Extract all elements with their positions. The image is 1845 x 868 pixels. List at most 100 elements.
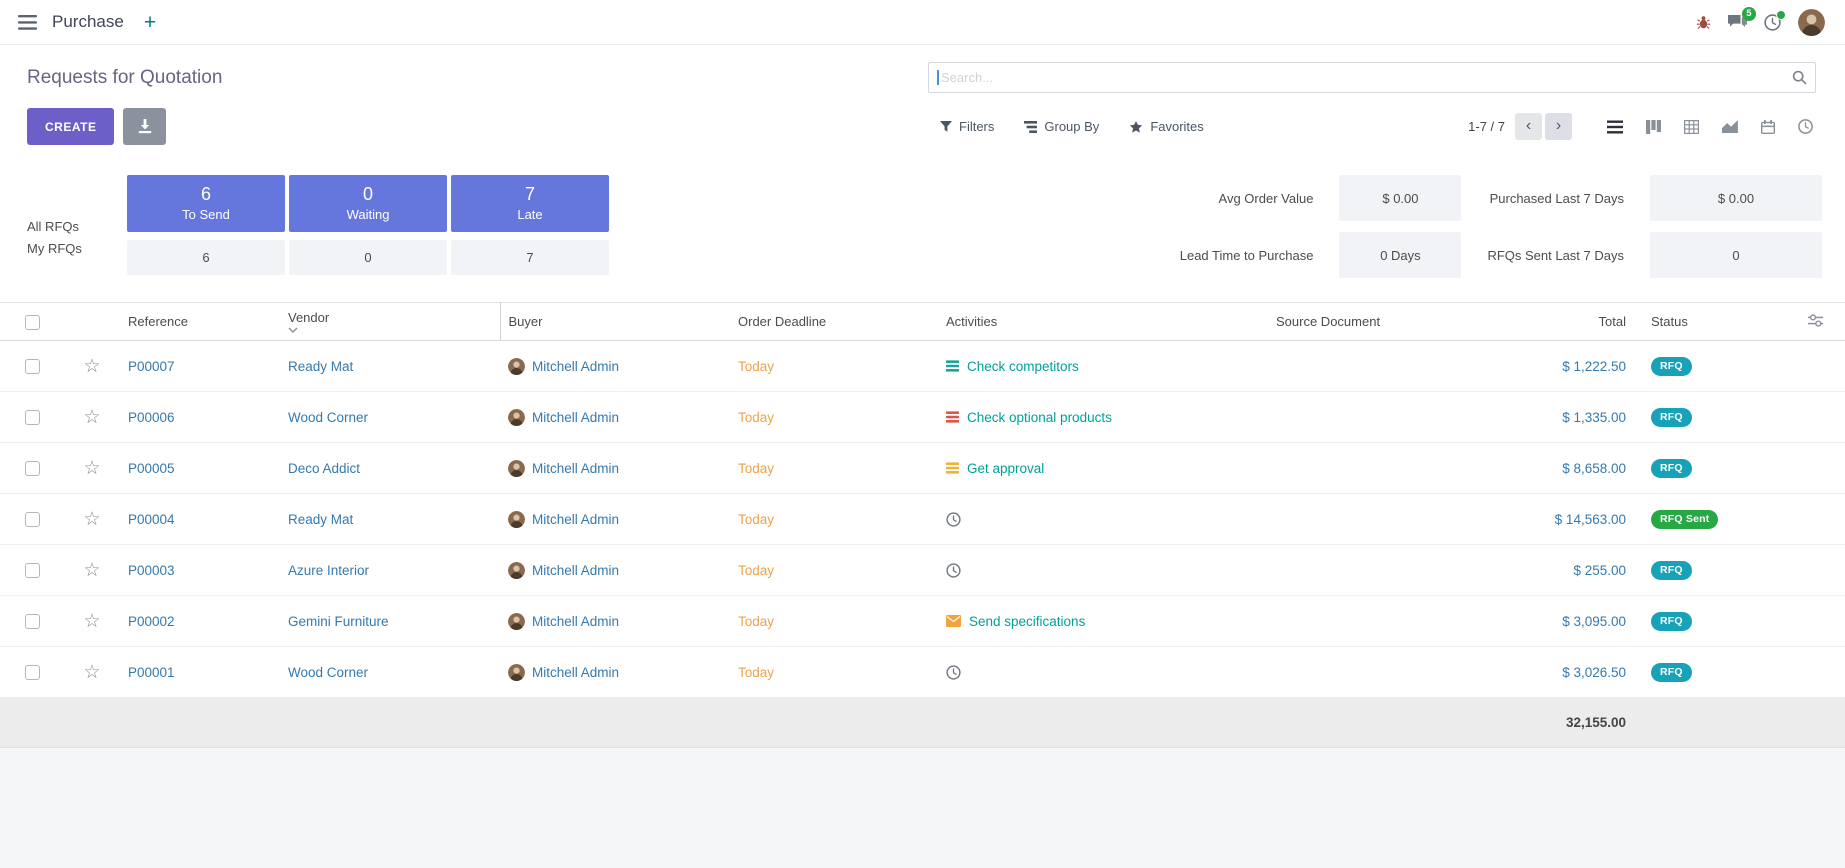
activity-cell[interactable] [938, 545, 1268, 596]
messages-icon[interactable]: 5 [1728, 14, 1747, 30]
vendor-link[interactable]: Deco Addict [280, 443, 500, 494]
kpi-waiting[interactable]: 0 Waiting [289, 175, 447, 232]
activity-cell[interactable]: Send specifications [938, 596, 1268, 647]
group-by-button[interactable]: Group By [1024, 119, 1099, 134]
select-all-checkbox[interactable] [25, 315, 40, 330]
table-row[interactable]: ☆ P00006 Wood Corner Mitchell Admin Toda… [0, 392, 1845, 443]
reference-link[interactable]: P00006 [120, 392, 280, 443]
status-cell[interactable]: RFQ [1638, 647, 1778, 698]
total-amount[interactable]: $ 255.00 [1478, 545, 1638, 596]
clock-icon[interactable] [946, 512, 961, 527]
activity-cell[interactable]: Get approval [938, 443, 1268, 494]
table-row[interactable]: ☆ P00002 Gemini Furniture Mitchell Admin… [0, 596, 1845, 647]
row-checkbox[interactable] [25, 614, 40, 629]
view-activity-button[interactable] [1795, 116, 1816, 137]
status-badge[interactable]: RFQ [1651, 357, 1692, 376]
activity-cell[interactable]: Check competitors [938, 341, 1268, 392]
total-amount[interactable]: $ 3,026.50 [1478, 647, 1638, 698]
source-document-cell[interactable] [1268, 494, 1478, 545]
view-calendar-button[interactable] [1758, 117, 1778, 137]
favorite-star-icon[interactable]: ☆ [83, 559, 100, 581]
tasks-icon[interactable] [946, 411, 959, 423]
optional-columns-icon[interactable] [1808, 314, 1823, 327]
activity-cell[interactable] [938, 494, 1268, 545]
source-document-cell[interactable] [1268, 545, 1478, 596]
row-checkbox[interactable] [25, 512, 40, 527]
row-select-cell[interactable] [0, 647, 64, 698]
status-cell[interactable]: RFQ [1638, 443, 1778, 494]
status-cell[interactable]: RFQ [1638, 596, 1778, 647]
user-avatar[interactable] [1798, 9, 1825, 36]
optional-columns-cell[interactable] [1778, 303, 1845, 341]
row-checkbox[interactable] [25, 563, 40, 578]
vendor-link[interactable]: Wood Corner [280, 392, 500, 443]
status-badge[interactable]: RFQ [1651, 408, 1692, 427]
favorite-star-icon[interactable]: ☆ [83, 661, 100, 683]
deadline-text[interactable]: Today [730, 647, 938, 698]
vendor-link[interactable]: Ready Mat [280, 341, 500, 392]
favorite-star-icon[interactable]: ☆ [83, 508, 100, 530]
buyer-cell[interactable]: Mitchell Admin [500, 647, 730, 698]
row-select-cell[interactable] [0, 494, 64, 545]
reference-link[interactable]: P00004 [120, 494, 280, 545]
column-header-activities[interactable]: Activities [938, 303, 1268, 341]
reference-link[interactable]: P00002 [120, 596, 280, 647]
row-checkbox[interactable] [25, 665, 40, 680]
select-all-cell[interactable] [0, 303, 64, 341]
clock-icon[interactable] [946, 665, 961, 680]
filters-button[interactable]: Filters [940, 119, 994, 134]
activity-link[interactable]: Check competitors [967, 359, 1079, 374]
search-icon[interactable] [1792, 70, 1807, 85]
status-badge[interactable]: RFQ [1651, 561, 1692, 580]
total-amount[interactable]: $ 1,222.50 [1478, 341, 1638, 392]
vendor-link[interactable]: Gemini Furniture [280, 596, 500, 647]
activities-clock-icon[interactable] [1764, 14, 1781, 31]
status-cell[interactable]: RFQ [1638, 545, 1778, 596]
status-badge[interactable]: RFQ [1651, 612, 1692, 631]
reference-link[interactable]: P00007 [120, 341, 280, 392]
column-header-status[interactable]: Status [1638, 303, 1778, 341]
status-badge[interactable]: RFQ [1651, 459, 1692, 478]
status-cell[interactable]: RFQ Sent [1638, 494, 1778, 545]
deadline-text[interactable]: Today [730, 341, 938, 392]
total-amount[interactable]: $ 3,095.00 [1478, 596, 1638, 647]
bug-icon[interactable] [1696, 15, 1711, 30]
favorite-cell[interactable]: ☆ [64, 494, 120, 545]
vendor-link[interactable]: Ready Mat [280, 494, 500, 545]
activity-cell[interactable]: Check optional products [938, 392, 1268, 443]
reference-link[interactable]: P00003 [120, 545, 280, 596]
view-graph-button[interactable] [1719, 117, 1741, 136]
favorites-button[interactable]: Favorites [1129, 119, 1203, 134]
reference-link[interactable]: P00005 [120, 443, 280, 494]
buyer-link[interactable]: Mitchell Admin [532, 410, 619, 425]
clock-icon[interactable] [946, 563, 961, 578]
deadline-text[interactable]: Today [730, 443, 938, 494]
buyer-link[interactable]: Mitchell Admin [532, 359, 619, 374]
search-input[interactable] [928, 62, 1816, 93]
total-amount[interactable]: $ 14,563.00 [1478, 494, 1638, 545]
source-document-cell[interactable] [1268, 443, 1478, 494]
table-row[interactable]: ☆ P00005 Deco Addict Mitchell Admin Toda… [0, 443, 1845, 494]
favorite-star-icon[interactable]: ☆ [83, 457, 100, 479]
buyer-cell[interactable]: Mitchell Admin [500, 392, 730, 443]
row-checkbox[interactable] [25, 410, 40, 425]
row-select-cell[interactable] [0, 545, 64, 596]
buyer-cell[interactable]: Mitchell Admin [500, 443, 730, 494]
view-kanban-button[interactable] [1643, 117, 1664, 137]
menu-icon[interactable] [18, 15, 37, 30]
pager-previous-button[interactable]: ‹ [1515, 113, 1542, 140]
my-to-send[interactable]: 6 [127, 240, 285, 275]
favorite-cell[interactable]: ☆ [64, 443, 120, 494]
buyer-cell[interactable]: Mitchell Admin [500, 545, 730, 596]
row-select-cell[interactable] [0, 392, 64, 443]
plus-button[interactable]: + [144, 12, 156, 33]
buyer-link[interactable]: Mitchell Admin [532, 461, 619, 476]
total-amount[interactable]: $ 1,335.00 [1478, 392, 1638, 443]
view-pivot-button[interactable] [1681, 117, 1702, 137]
table-row[interactable]: ☆ P00007 Ready Mat Mitchell Admin Today … [0, 341, 1845, 392]
buyer-link[interactable]: Mitchell Admin [532, 563, 619, 578]
status-cell[interactable]: RFQ [1638, 341, 1778, 392]
column-header-source[interactable]: Source Document [1268, 303, 1478, 341]
view-list-button[interactable] [1604, 117, 1626, 137]
activity-link[interactable]: Send specifications [969, 614, 1085, 629]
